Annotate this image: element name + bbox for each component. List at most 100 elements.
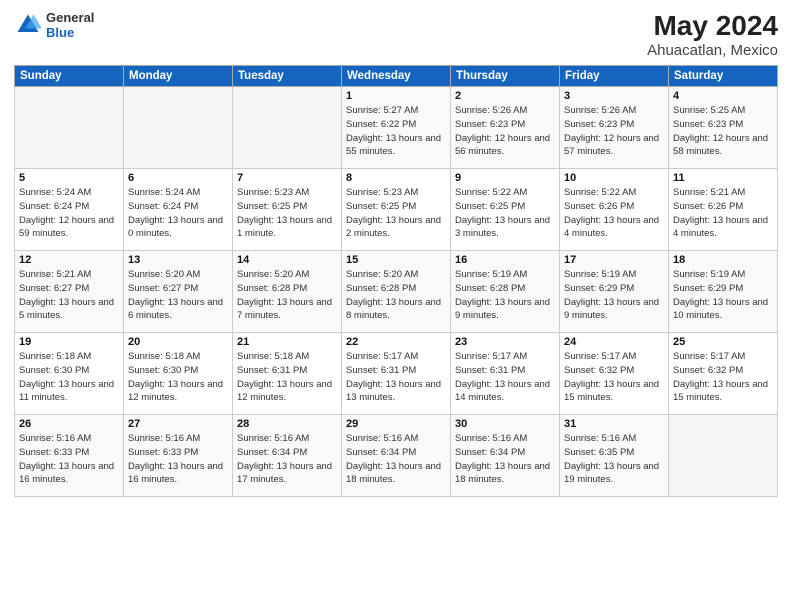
calendar-week-4: 19 Sunrise: 5:18 AMSunset: 6:30 PMDayligh… — [15, 333, 778, 415]
day-info: Sunrise: 5:20 AMSunset: 6:28 PMDaylight:… — [237, 268, 337, 323]
day-number: 24 — [564, 336, 664, 348]
day-header-thursday: Thursday — [451, 66, 560, 87]
day-info: Sunrise: 5:20 AMSunset: 6:27 PMDaylight:… — [128, 268, 228, 323]
day-header-saturday: Saturday — [669, 66, 778, 87]
day-info: Sunrise: 5:24 AMSunset: 6:24 PMDaylight:… — [128, 186, 228, 241]
calendar-cell: 5Sunrise: 5:24 AMSunset: 6:24 PMDaylight… — [15, 169, 124, 251]
calendar-week-3: 12 Sunrise: 5:21 AMSunset: 6:27 PMDayligh… — [15, 251, 778, 333]
calendar-cell: 22Sunrise: 5:17 AMSunset: 6:31 PMDayligh… — [342, 333, 451, 415]
day-number: 21 — [237, 336, 337, 348]
calendar-cell: 9 Sunrise: 5:22 AMSunset: 6:25 PMDaylight… — [451, 169, 560, 251]
calendar-cell: 25 Sunrise: 5:17 AMSunset: 6:32 PMDayligh… — [669, 333, 778, 415]
day-info: Sunrise: 5:17 AMSunset: 6:31 PMDaylight:… — [346, 350, 446, 405]
calendar-cell: 26 Sunrise: 5:16 AMSunset: 6:33 PMDayligh… — [15, 415, 124, 497]
calendar-cell: 17 Sunrise: 5:19 AMSunset: 6:29 PMDayligh… — [560, 251, 669, 333]
day-info: Sunrise: 5:17 AMSunset: 6:31 PMDaylight:… — [455, 350, 555, 405]
header: General Blue May 2024 Ahuacatlan, Mexico — [14, 10, 778, 59]
day-info: Sunrise: 5:26 AMSunset: 6:23 PMDaylight:… — [455, 104, 555, 159]
day-info: Sunrise: 5:25 AMSunset: 6:23 PMDaylight:… — [673, 104, 773, 159]
calendar-cell — [669, 415, 778, 497]
day-header-wednesday: Wednesday — [342, 66, 451, 87]
day-info: Sunrise: 5:24 AMSunset: 6:24 PMDaylight:… — [19, 186, 119, 241]
calendar-cell: 28Sunrise: 5:16 AMSunset: 6:34 PMDayligh… — [233, 415, 342, 497]
page: General Blue May 2024 Ahuacatlan, Mexico… — [0, 0, 792, 612]
day-number: 25 — [673, 336, 773, 348]
calendar-cell: 21Sunrise: 5:18 AMSunset: 6:31 PMDayligh… — [233, 333, 342, 415]
day-number: 7 — [237, 172, 337, 184]
day-number: 1 — [346, 90, 446, 102]
day-info: Sunrise: 5:22 AMSunset: 6:25 PMDaylight:… — [455, 186, 555, 241]
day-number: 6 — [128, 172, 228, 184]
day-number: 17 — [564, 254, 664, 266]
day-info: Sunrise: 5:27 AMSunset: 6:22 PMDaylight:… — [346, 104, 446, 159]
day-number: 12 — [19, 254, 119, 266]
day-info: Sunrise: 5:16 AMSunset: 6:34 PMDaylight:… — [237, 432, 337, 487]
day-number: 30 — [455, 418, 555, 430]
day-number: 2 — [455, 90, 555, 102]
day-info: Sunrise: 5:20 AMSunset: 6:28 PMDaylight:… — [346, 268, 446, 323]
calendar-cell: 12 Sunrise: 5:21 AMSunset: 6:27 PMDayligh… — [15, 251, 124, 333]
calendar-cell: 27 Sunrise: 5:16 AMSunset: 6:33 PMDayligh… — [124, 415, 233, 497]
calendar-cell — [124, 87, 233, 169]
day-header-friday: Friday — [560, 66, 669, 87]
day-number: 10 — [564, 172, 664, 184]
calendar-cell: 2 Sunrise: 5:26 AMSunset: 6:23 PMDaylight… — [451, 87, 560, 169]
calendar-cell: 19 Sunrise: 5:18 AMSunset: 6:30 PMDayligh… — [15, 333, 124, 415]
day-number: 29 — [346, 418, 446, 430]
day-number: 4 — [673, 90, 773, 102]
logo: General Blue — [14, 10, 94, 40]
day-number: 11 — [673, 172, 773, 184]
logo-text: General Blue — [46, 10, 94, 40]
calendar-cell: 10Sunrise: 5:22 AMSunset: 6:26 PMDayligh… — [560, 169, 669, 251]
calendar-cell — [15, 87, 124, 169]
day-number: 31 — [564, 418, 664, 430]
day-number: 14 — [237, 254, 337, 266]
day-info: Sunrise: 5:19 AMSunset: 6:29 PMDaylight:… — [564, 268, 664, 323]
calendar-cell: 31Sunrise: 5:16 AMSunset: 6:35 PMDayligh… — [560, 415, 669, 497]
calendar-cell — [233, 87, 342, 169]
logo-blue-text: Blue — [46, 25, 94, 40]
calendar-cell: 3Sunrise: 5:26 AMSunset: 6:23 PMDaylight… — [560, 87, 669, 169]
calendar-week-1: 1 Sunrise: 5:27 AMSunset: 6:22 PMDaylight… — [15, 87, 778, 169]
day-header-sunday: Sunday — [15, 66, 124, 87]
calendar-cell: 24 Sunrise: 5:17 AMSunset: 6:32 PMDayligh… — [560, 333, 669, 415]
day-number: 27 — [128, 418, 228, 430]
day-number: 15 — [346, 254, 446, 266]
calendar-cell: 11 Sunrise: 5:21 AMSunset: 6:26 PMDayligh… — [669, 169, 778, 251]
day-number: 3 — [564, 90, 664, 102]
calendar-cell: 8Sunrise: 5:23 AMSunset: 6:25 PMDaylight… — [342, 169, 451, 251]
title-block: May 2024 Ahuacatlan, Mexico — [647, 10, 778, 59]
day-info: Sunrise: 5:18 AMSunset: 6:30 PMDaylight:… — [128, 350, 228, 405]
day-number: 13 — [128, 254, 228, 266]
calendar-cell: 29 Sunrise: 5:16 AMSunset: 6:34 PMDayligh… — [342, 415, 451, 497]
day-number: 8 — [346, 172, 446, 184]
calendar-cell: 1 Sunrise: 5:27 AMSunset: 6:22 PMDaylight… — [342, 87, 451, 169]
day-info: Sunrise: 5:16 AMSunset: 6:34 PMDaylight:… — [346, 432, 446, 487]
logo-icon — [14, 11, 42, 39]
day-info: Sunrise: 5:21 AMSunset: 6:26 PMDaylight:… — [673, 186, 773, 241]
day-info: Sunrise: 5:16 AMSunset: 6:33 PMDaylight:… — [128, 432, 228, 487]
calendar-cell: 14 Sunrise: 5:20 AMSunset: 6:28 PMDayligh… — [233, 251, 342, 333]
calendar-cell: 16Sunrise: 5:19 AMSunset: 6:28 PMDayligh… — [451, 251, 560, 333]
calendar-cell: 6 Sunrise: 5:24 AMSunset: 6:24 PMDaylight… — [124, 169, 233, 251]
day-number: 26 — [19, 418, 119, 430]
logo-general-text: General — [46, 10, 94, 25]
calendar-cell: 15 Sunrise: 5:20 AMSunset: 6:28 PMDayligh… — [342, 251, 451, 333]
day-number: 9 — [455, 172, 555, 184]
day-info: Sunrise: 5:19 AMSunset: 6:29 PMDaylight:… — [673, 268, 773, 323]
day-number: 19 — [19, 336, 119, 348]
day-info: Sunrise: 5:17 AMSunset: 6:32 PMDaylight:… — [564, 350, 664, 405]
calendar-table: SundayMondayTuesdayWednesdayThursdayFrid… — [14, 65, 778, 497]
day-info: Sunrise: 5:18 AMSunset: 6:30 PMDaylight:… — [19, 350, 119, 405]
day-info: Sunrise: 5:19 AMSunset: 6:28 PMDaylight:… — [455, 268, 555, 323]
day-header-tuesday: Tuesday — [233, 66, 342, 87]
calendar-subtitle: Ahuacatlan, Mexico — [647, 42, 778, 59]
day-info: Sunrise: 5:21 AMSunset: 6:27 PMDaylight:… — [19, 268, 119, 323]
day-info: Sunrise: 5:16 AMSunset: 6:33 PMDaylight:… — [19, 432, 119, 487]
day-info: Sunrise: 5:23 AMSunset: 6:25 PMDaylight:… — [237, 186, 337, 241]
day-number: 23 — [455, 336, 555, 348]
calendar-cell: 18Sunrise: 5:19 AMSunset: 6:29 PMDayligh… — [669, 251, 778, 333]
day-info: Sunrise: 5:17 AMSunset: 6:32 PMDaylight:… — [673, 350, 773, 405]
calendar-cell: 23 Sunrise: 5:17 AMSunset: 6:31 PMDayligh… — [451, 333, 560, 415]
calendar-cell: 4 Sunrise: 5:25 AMSunset: 6:23 PMDaylight… — [669, 87, 778, 169]
